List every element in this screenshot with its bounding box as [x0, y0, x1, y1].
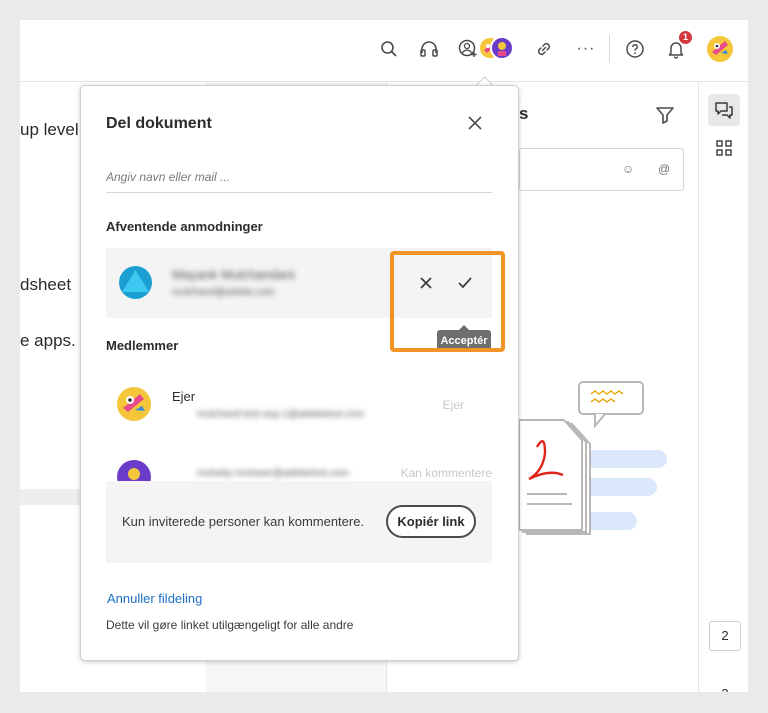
toolbar-divider [609, 35, 610, 63]
document-shading [20, 489, 82, 505]
collaborator-avatars[interactable] [478, 36, 514, 62]
link-access-text: Kun inviterede personer kan kommentere. [122, 514, 365, 529]
comments-title: s [519, 104, 529, 123]
comments-icon[interactable] [708, 94, 740, 126]
close-icon[interactable] [464, 112, 486, 134]
link-icon[interactable] [532, 37, 556, 61]
document-text-line: up level [20, 120, 79, 139]
comment-input[interactable]: ☺ @ [519, 148, 684, 191]
link-settings: Kun inviterede personer kan kommentere. … [106, 481, 492, 563]
member-name: Ejer [172, 389, 196, 404]
emoji-icon[interactable]: ☺ [622, 162, 634, 176]
invite-input[interactable] [106, 162, 492, 193]
member-email: mshetty-reviewer@adobetest.com [197, 468, 349, 479]
page-total: 2 [709, 686, 741, 692]
notification-badge: 1 [679, 31, 692, 44]
right-rail: 2 2 [698, 82, 748, 692]
list-item: mshetty-reviewer@adobetest.com Kan komme… [106, 441, 492, 486]
member-role[interactable]: Kan kommentere [401, 466, 492, 480]
search-icon[interactable] [377, 37, 401, 61]
copy-link-button[interactable]: Kopiér link [386, 505, 476, 538]
document-text-line: e apps. [20, 331, 76, 350]
top-toolbar: ··· 1 [20, 20, 748, 82]
unshare-link[interactable]: Annuller fildeling [107, 591, 202, 606]
filter-icon[interactable] [655, 105, 675, 130]
app-window: up level dsheet e apps. s ☺ @ 2 ··· 1 De… [20, 20, 748, 692]
add-person-icon[interactable] [456, 37, 480, 61]
members-list: Ejer mulchand-test-acp-1@adobetest.com E… [81, 371, 520, 486]
help-icon[interactable] [623, 37, 647, 61]
share-dialog: Del dokument Afventende anmodninger Maya… [80, 85, 519, 661]
avatar [117, 387, 151, 421]
page-number-input[interactable]: 2 [709, 621, 741, 651]
unshare-note: Dette vil gøre linket utilgængeligt for … [106, 618, 354, 632]
pending-heading: Afventende anmodninger [106, 219, 263, 234]
bell-icon[interactable]: 1 [664, 31, 692, 61]
grid-icon[interactable] [708, 132, 740, 164]
pending-email: mulchand@adobe.com [172, 287, 275, 298]
member-email: mulchand-test-acp-1@adobetest.com [197, 409, 364, 420]
highlight-box [390, 251, 505, 352]
avatar [119, 266, 152, 299]
avatar[interactable] [490, 36, 514, 60]
document-text-line: dsheet [20, 275, 72, 294]
mention-icon[interactable]: @ [658, 162, 670, 176]
empty-comments-illustration [518, 381, 667, 535]
user-avatar[interactable] [707, 36, 733, 62]
members-heading: Medlemmer [106, 338, 179, 353]
list-item: Ejer mulchand-test-acp-1@adobetest.com E… [106, 371, 492, 431]
member-role: Ejer [442, 398, 464, 412]
pending-name: Mayank Mulchandani [172, 267, 295, 282]
more-icon[interactable]: ··· [574, 37, 598, 61]
headphones-icon[interactable] [417, 37, 441, 61]
dialog-title: Del dokument [106, 115, 212, 132]
